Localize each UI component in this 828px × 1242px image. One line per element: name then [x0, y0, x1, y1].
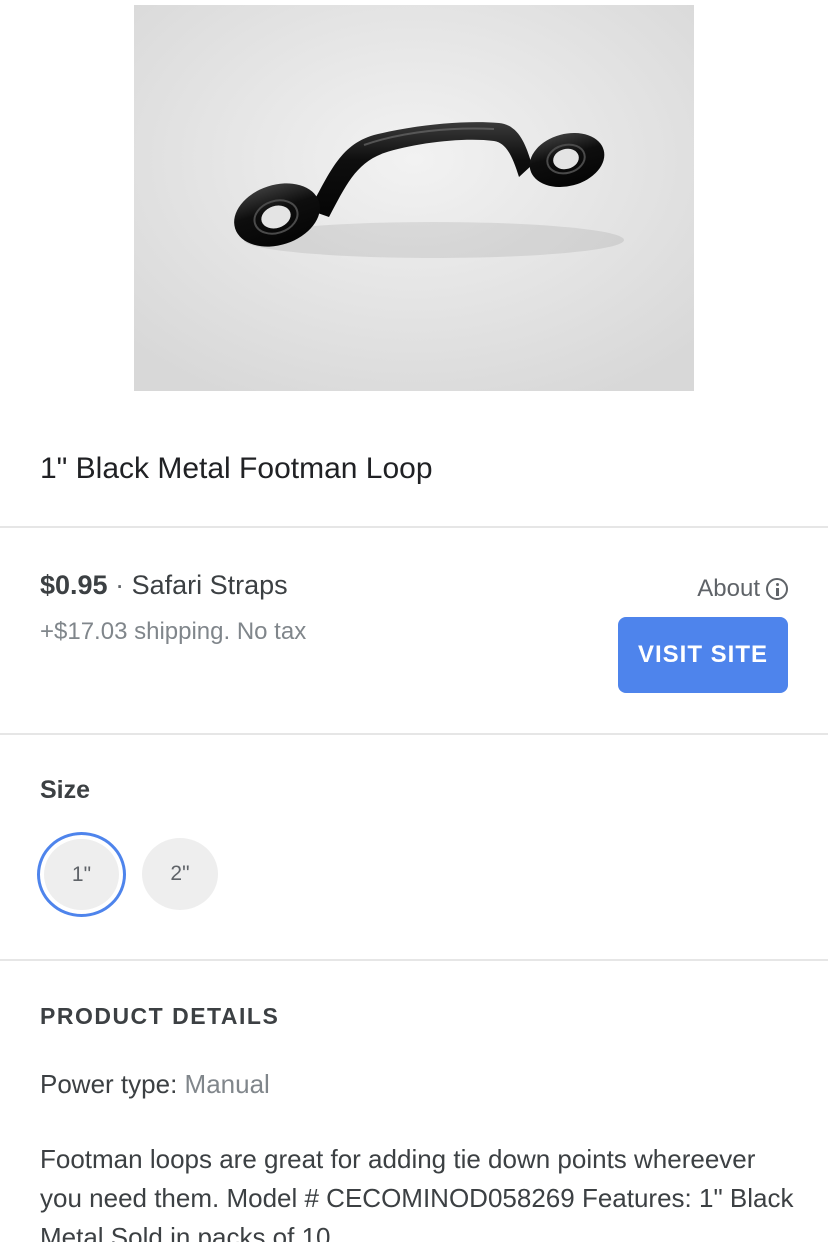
seller-name[interactable]: Safari Straps [132, 570, 288, 600]
footman-loop-photo [134, 5, 694, 391]
power-type-value: Manual [184, 1069, 270, 1099]
product-description: Footman loops are great for adding tie d… [40, 1144, 794, 1242]
divider [0, 526, 828, 528]
divider [0, 733, 828, 735]
power-type-row: Power type: Manual [40, 1069, 270, 1100]
product-title: 1" Black Metal Footman Loop [40, 452, 433, 485]
product-details-heading: PRODUCT DETAILS [40, 1003, 280, 1029]
product-image[interactable] [134, 5, 694, 391]
size-option-1-inch[interactable]: 1" [37, 832, 126, 917]
info-icon [766, 578, 788, 600]
size-label: Size [40, 776, 91, 804]
visit-site-button[interactable]: VISIT SITE [618, 617, 788, 693]
product-page: 1" Black Metal Footman Loop $0.95 · Safa… [0, 0, 828, 1242]
size-option-2-inch[interactable]: 2" [142, 838, 218, 910]
power-type-label: Power type: [40, 1069, 178, 1099]
offer-summary: $0.95 · Safari Straps [40, 570, 288, 601]
about-link[interactable]: About [697, 575, 788, 603]
shipping-info: +$17.03 shipping. No tax [40, 618, 307, 645]
divider [0, 959, 828, 961]
about-label: About [697, 575, 760, 602]
offer-price: $0.95 [40, 570, 108, 600]
offer-separator: · [115, 570, 125, 600]
